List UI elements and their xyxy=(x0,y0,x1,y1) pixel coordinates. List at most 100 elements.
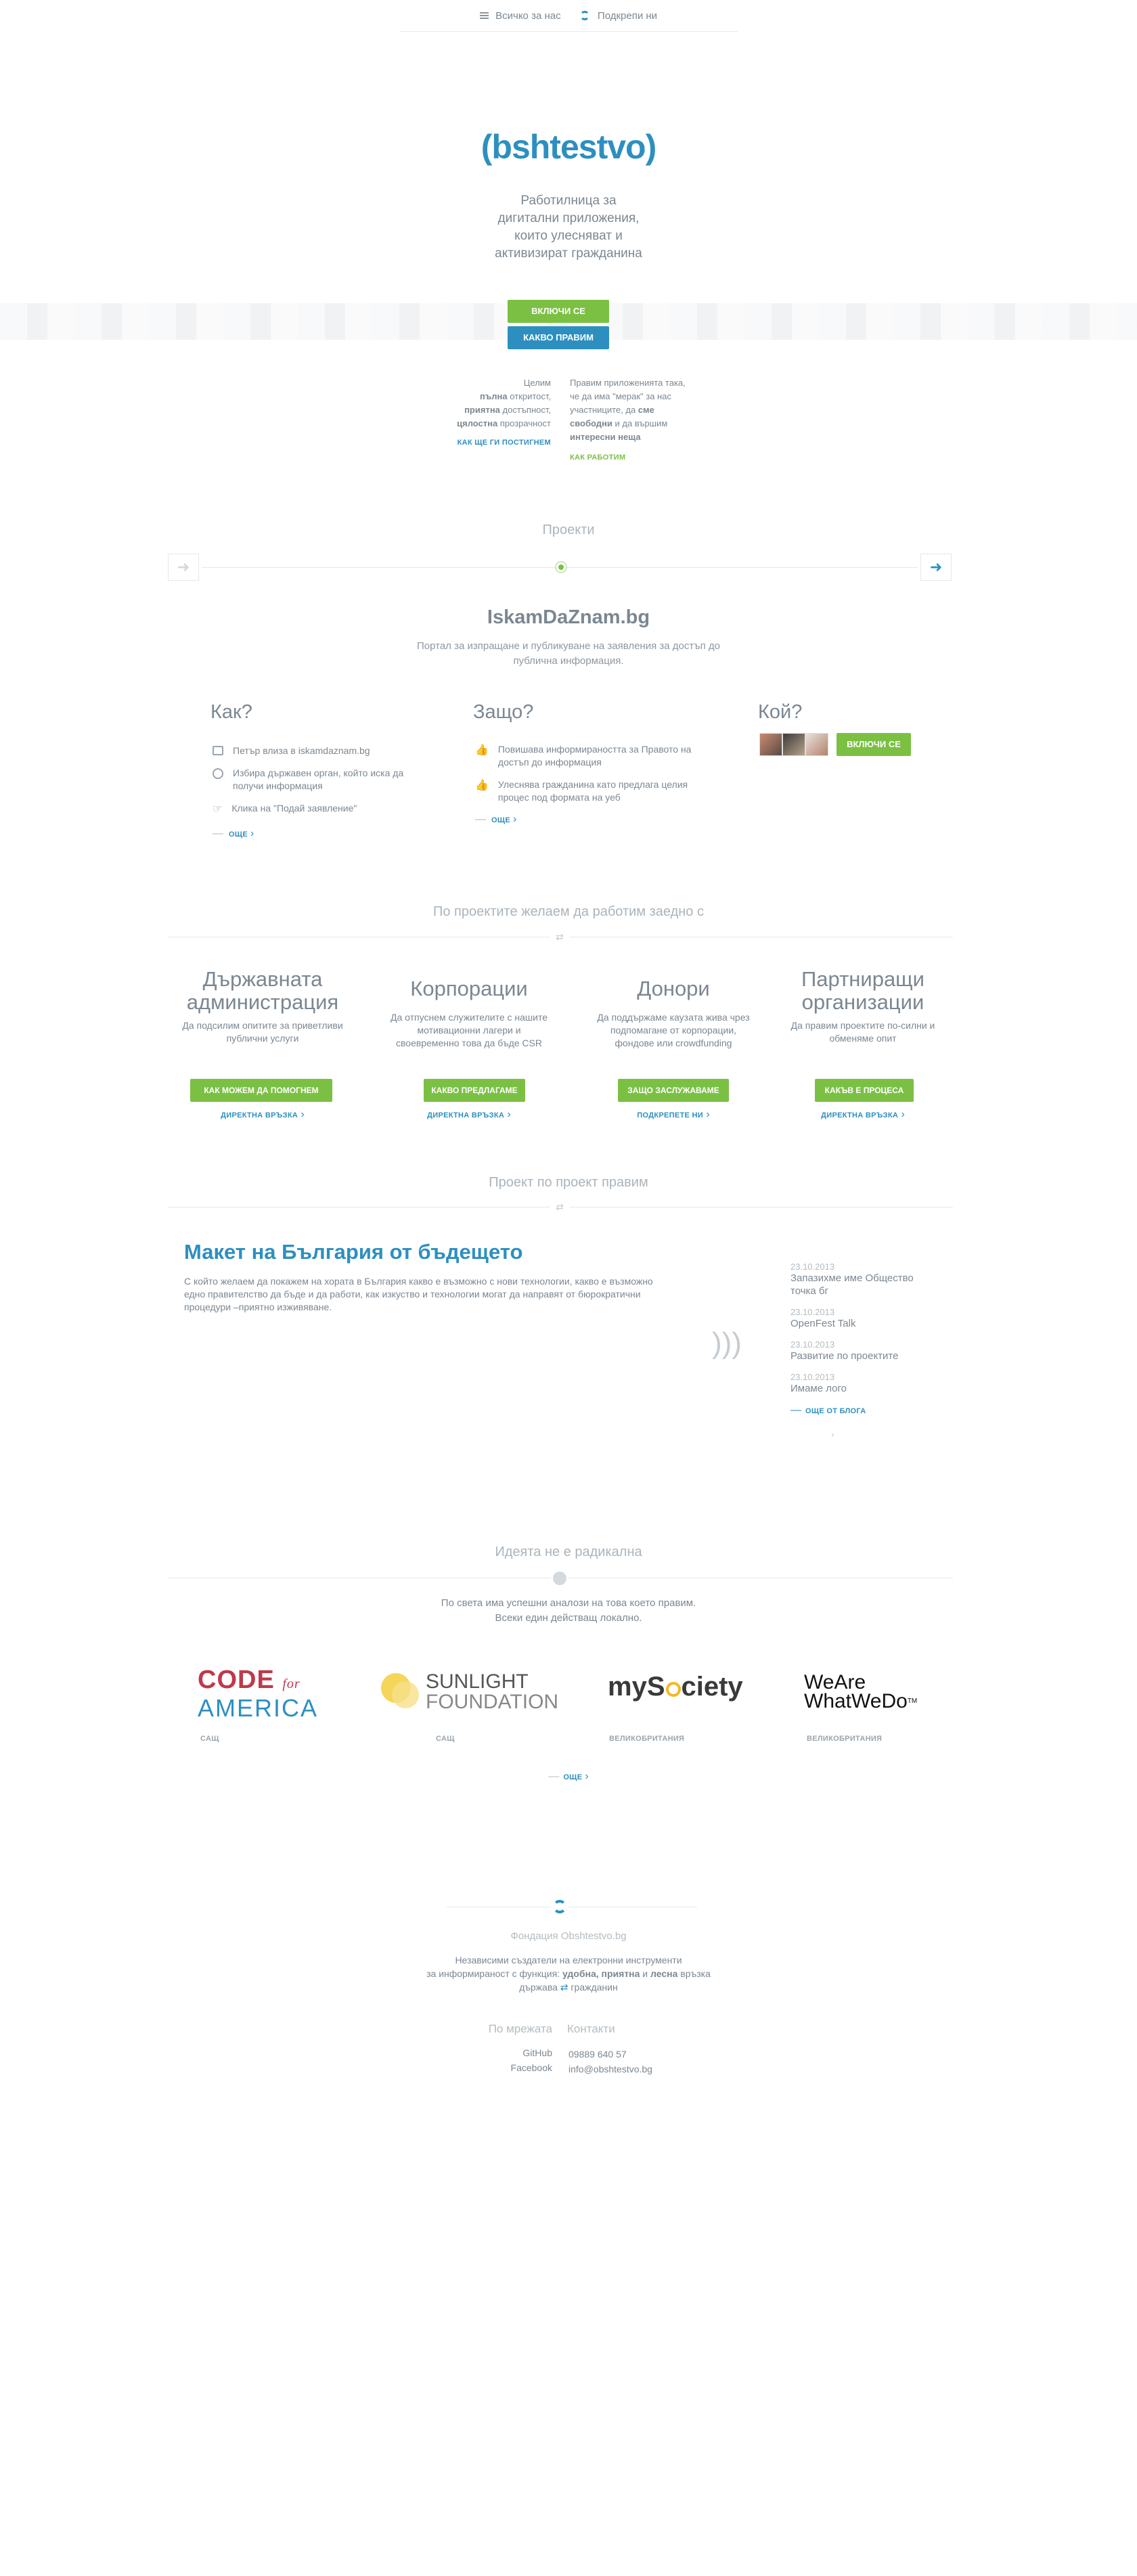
dash-icon: — xyxy=(548,1771,560,1782)
avatar[interactable] xyxy=(782,733,805,756)
direct-link[interactable]: ДИРЕКТНА ВРЪЗКА › xyxy=(367,1109,571,1121)
news-title[interactable]: Запазихме име Общество xyxy=(790,1272,953,1285)
news-item[interactable]: 23.10.2013 Имаме лого xyxy=(790,1372,953,1395)
news-item[interactable]: 23.10.2013 OpenFest Talk xyxy=(790,1307,953,1330)
nav-about-link[interactable]: Всичко за нас xyxy=(495,10,560,22)
tagline-line: които улесняват и xyxy=(514,229,623,243)
facebook-link[interactable]: Facebook xyxy=(426,2060,552,2075)
direct-link-label[interactable]: ДИРЕКТНА ВРЪЗКА xyxy=(427,1111,504,1119)
logo-text: AMERICA xyxy=(198,1694,319,1722)
goals-text: че да има "мерак" за нас xyxy=(570,391,671,401)
chevron-right-icon: › xyxy=(706,1109,710,1120)
partner-col-administration: Държавната администрация Да подсилим опи… xyxy=(168,968,357,1045)
mysociety-logo[interactable]: myS ciety xyxy=(608,1672,743,1702)
how-more-link[interactable]: — ОЩЕ › xyxy=(213,828,443,840)
more-from-blog-link[interactable]: — ОЩЕ ОТ БЛОГА xyxy=(790,1404,953,1417)
email-link[interactable]: info@obshtestvo.bg xyxy=(568,2062,652,2077)
what-we-offer-button[interactable]: КАКВО ПРЕДЛАГАМЕ xyxy=(424,1079,525,1102)
idea-more-link[interactable]: — ОЩЕ › xyxy=(0,1771,1137,1783)
why-more-link[interactable]: — ОЩЕ › xyxy=(475,814,705,826)
org-country: САЩ xyxy=(436,1735,455,1743)
support-us-label[interactable]: ПОДКРЕПЕТЕ НИ xyxy=(637,1111,703,1119)
top-divider xyxy=(399,31,738,32)
why-item: 👍 Улеснява гражданина като предлага целия… xyxy=(475,778,705,804)
footer-desc-line: Независими създатели на електронни инстр… xyxy=(455,1955,682,1966)
logo-text: ciety xyxy=(681,1672,743,1702)
direct-link-label[interactable]: ДИРЕКТНА ВРЪЗКА xyxy=(221,1111,298,1119)
how-item-text: Петър влиза в iskamdaznam.bg xyxy=(233,745,370,756)
network-title: По мрежата xyxy=(488,2022,552,2035)
why-more-label[interactable]: ОЩЕ xyxy=(491,816,510,824)
next-arrow-icon[interactable]: ➜ xyxy=(920,554,952,581)
goals-text: цялостна прозрачност xyxy=(406,417,551,430)
goals-span: участниците, да xyxy=(570,405,638,415)
menu-icon[interactable] xyxy=(479,12,489,20)
direct-link-label[interactable]: ДИРЕКТНА ВРЪЗКА xyxy=(821,1111,898,1119)
goals-strong: свободни xyxy=(570,418,612,428)
partner-col-title: Държавната xyxy=(202,967,323,991)
org-country: ВЕЛИКОБРИТАНИЯ xyxy=(807,1735,883,1743)
news-date: 23.10.2013 xyxy=(790,1372,835,1382)
how-achieve-link[interactable]: КАК ЩЕ ГИ ПОСТИГНЕМ xyxy=(406,436,551,449)
goals-text: Целим xyxy=(523,378,551,388)
footer-logo-icon-wrap xyxy=(551,1898,568,1915)
news-title[interactable]: точка бг xyxy=(790,1285,953,1297)
contacts-title: Контакти xyxy=(567,2022,615,2035)
join-button[interactable]: ВКЛЮЧИ СЕ xyxy=(508,300,609,323)
tagline-line: активизират гражданина xyxy=(495,246,642,261)
chevron-right-icon: › xyxy=(507,1109,511,1120)
news-item[interactable]: 23.10.2013 Развитие по проектите xyxy=(790,1339,953,1362)
site-logo[interactable]: (bshtestvo) xyxy=(0,127,1137,166)
prev-arrow-icon[interactable]: ➜ xyxy=(168,554,199,581)
how-more-label[interactable]: ОЩЕ xyxy=(229,830,248,839)
who-join-button[interactable]: ВКЛЮЧИ СЕ xyxy=(837,733,911,756)
footer-span: за информираност с функция: xyxy=(426,1968,562,1979)
news-list: 23.10.2013 Запазихме име Общество точка … xyxy=(790,1262,953,1440)
post-line: процедури –приятно изживяване. xyxy=(184,1302,332,1312)
sunlight-foundation-logo[interactable]: SUNLIGHT FOUNDATION xyxy=(381,1669,558,1712)
idea-more-label[interactable]: ОЩЕ xyxy=(563,1773,582,1781)
post-line: едно правителство да бъде и да работи, к… xyxy=(184,1289,641,1300)
direct-link[interactable]: ДИРЕКТНА ВРЪЗКА › xyxy=(168,1109,357,1121)
partners-title: По проектите желаем да работим заедно с xyxy=(433,904,704,919)
github-link[interactable]: GitHub xyxy=(426,2045,552,2060)
idea-desc-line: Всеки един действащ локално. xyxy=(495,1612,642,1624)
news-date: 23.10.2013 xyxy=(790,1307,835,1317)
what-we-do-button[interactable]: КАКВО ПРАВИМ xyxy=(508,326,609,349)
what-is-process-button[interactable]: КАКЪВ Е ПРОЦЕСА xyxy=(815,1079,914,1102)
how-we-work-link[interactable]: КАК РАБОТИМ xyxy=(570,451,732,464)
partner-col-desc: мотивационни лагери и xyxy=(417,1025,521,1036)
more-from-blog-label[interactable]: ОЩЕ ОТ БЛОГА xyxy=(805,1407,866,1415)
wearewhatwedo-logo[interactable]: WeAre WhatWeDoTM xyxy=(804,1672,939,1712)
news-title[interactable]: Имаме лого xyxy=(790,1382,953,1395)
goals-text: приятна достъпност, xyxy=(406,403,551,417)
news-item[interactable]: 23.10.2013 Запазихме име Общество точка … xyxy=(790,1262,953,1297)
how-we-help-button[interactable]: КАК МОЖЕМ ДА ПОМОГНЕМ xyxy=(190,1079,332,1102)
blog-section-title: Проект по проект правим xyxy=(489,1175,648,1190)
partner-col-desc: Да правим проектите по-силни и xyxy=(790,1020,935,1031)
how-item-text: Избира държавен орган, който иска да пол… xyxy=(233,768,404,791)
avatar[interactable] xyxy=(759,733,782,756)
news-title[interactable]: OpenFest Talk xyxy=(790,1317,953,1330)
partner-col-desc: своевременно това да бъде CSR xyxy=(396,1038,542,1048)
chevron-down-icon[interactable]: › xyxy=(831,1429,953,1440)
featured-post-title[interactable]: Макет на България от бъдещето xyxy=(184,1240,523,1264)
avatar[interactable] xyxy=(805,733,828,756)
phone-number[interactable]: 09889 640 57 xyxy=(568,2047,652,2062)
why-item: 👍 Повишава информираността за Правото на … xyxy=(475,743,705,769)
news-title[interactable]: Развитие по проектите xyxy=(790,1350,953,1362)
partner-col-title: администрация xyxy=(186,990,339,1014)
support-us-link[interactable]: ПОДКРЕПЕТЕ НИ › xyxy=(572,1109,775,1121)
slider-dot-active[interactable] xyxy=(555,561,567,573)
direct-link[interactable]: ДИРЕКТНА ВРЪЗКА › xyxy=(765,1109,961,1121)
wifi-signal-icon: ))) xyxy=(712,1327,742,1360)
why-we-deserve-button[interactable]: ЗАЩО ЗАСЛУЖАВАМЕ xyxy=(618,1079,729,1102)
how-item: Петър влиза в iskamdaznam.bg xyxy=(213,745,443,757)
goals-text: интересни неща xyxy=(570,430,732,444)
partner-col-desc: Да подсилим опитите за приветливи xyxy=(182,1020,343,1031)
code-for-america-logo[interactable]: CODE for AMERICA xyxy=(198,1667,319,1722)
project-name[interactable]: IskamDaZnam.bg xyxy=(0,606,1137,629)
nav-support-link[interactable]: Подкрепи ни xyxy=(598,10,657,22)
partner-col-desc: публични услуги xyxy=(226,1033,299,1044)
partner-col-organizations: Партниращи организации Да правим проекти… xyxy=(765,968,961,1045)
